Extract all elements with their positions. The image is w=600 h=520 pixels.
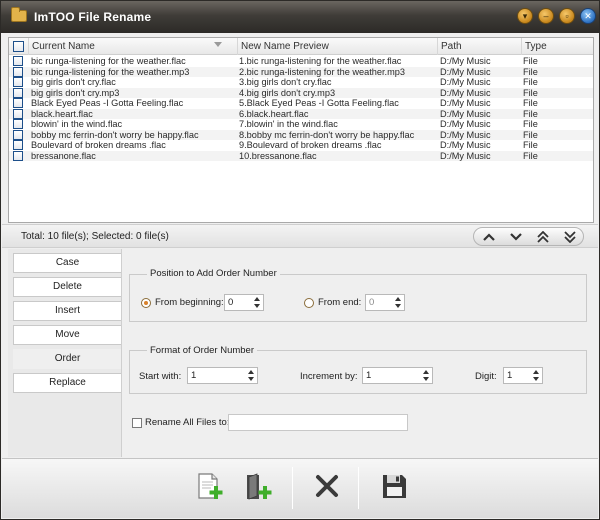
spinner-arrows-icon[interactable] (422, 369, 431, 382)
row-checkbox[interactable] (13, 108, 23, 119)
tab-replace[interactable]: Replace (13, 373, 121, 393)
from-end-label: From end: (318, 297, 362, 308)
column-header-current-name[interactable]: Current Name (28, 38, 237, 55)
from-beginning-value: 0 (228, 297, 234, 308)
rename-all-checkbox[interactable] (132, 418, 142, 428)
close-icon: ✕ (584, 11, 592, 21)
list-rows: bic runga-listening for the weather.flac… (9, 56, 593, 161)
add-file-icon (198, 473, 223, 499)
maximize-button[interactable]: ▫ (559, 8, 575, 24)
from-beginning-stepper[interactable]: 0 (224, 294, 264, 311)
from-beginning-label: From beginning: (155, 297, 224, 308)
tab-insert[interactable]: Insert (13, 301, 121, 321)
status-bar: Total: 10 file(s); Selected: 0 file(s) (2, 224, 598, 248)
reorder-buttons (473, 227, 584, 246)
move-top-button[interactable] (529, 228, 556, 245)
save-button[interactable] (377, 469, 411, 503)
start-with-stepper[interactable]: 1 (187, 367, 258, 384)
row-checkbox[interactable] (13, 140, 23, 150)
row-checkbox[interactable] (13, 129, 23, 140)
move-bottom-icon (563, 231, 576, 244)
row-checkbox[interactable] (13, 119, 23, 129)
column-header-path[interactable]: Path (437, 38, 521, 55)
collapse-button[interactable]: ▾ (517, 8, 533, 24)
row-checkbox[interactable] (13, 77, 23, 87)
start-with-value: 1 (191, 370, 197, 381)
start-with-label: Start with: (139, 371, 182, 382)
minimize-icon: – (543, 11, 549, 21)
column-header-type[interactable]: Type (521, 38, 593, 55)
from-end-radio[interactable] (304, 298, 314, 308)
position-legend: Position to Add Order Number (147, 268, 280, 279)
increment-value: 1 (366, 370, 372, 381)
list-header: Current Name New Name Preview Path Type (9, 38, 593, 55)
bottom-toolbar (2, 458, 598, 518)
type-cell: File (523, 150, 538, 161)
tab-case[interactable]: Case (13, 253, 121, 273)
move-top-icon (536, 230, 549, 243)
select-all-checkbox[interactable] (13, 41, 24, 52)
tab-move[interactable]: Move (13, 325, 121, 345)
from-end-value: 0 (369, 297, 375, 308)
app-window: ImTOO File Rename ▾ – ▫ ✕ Current Name N… (0, 0, 600, 520)
format-legend: Format of Order Number (147, 345, 257, 356)
from-end-stepper[interactable]: 0 (365, 294, 405, 311)
maximize-icon: ▫ (565, 11, 569, 21)
rename-mode-tabs: Case Delete Insert Move Order Replace (8, 249, 122, 457)
increment-stepper[interactable]: 1 (362, 367, 433, 384)
rename-all-label: Rename All Files to: (145, 417, 230, 428)
save-icon (383, 475, 406, 498)
add-file-button[interactable] (193, 469, 227, 503)
toolbar-separator (292, 467, 293, 509)
file-count-status: Total: 10 file(s); Selected: 0 file(s) (21, 231, 169, 242)
current-name-cell: bressanone.flac (31, 150, 96, 161)
row-checkbox[interactable] (13, 66, 23, 77)
sort-desc-icon (214, 42, 222, 47)
move-bottom-button[interactable] (556, 228, 583, 245)
spinner-arrows-icon[interactable] (394, 296, 403, 309)
rename-all-input[interactable] (228, 414, 408, 431)
increment-label: Increment by: (300, 371, 358, 382)
spinner-arrows-icon[interactable] (253, 296, 262, 309)
row-checkbox[interactable] (13, 98, 23, 108)
from-beginning-radio[interactable] (141, 298, 151, 308)
add-folder-button[interactable] (241, 469, 275, 503)
arrow-down-icon (509, 233, 522, 241)
folder-icon (11, 7, 27, 22)
spinner-arrows-icon[interactable] (247, 369, 256, 382)
minimize-button[interactable]: – (538, 8, 554, 24)
row-checkbox[interactable] (13, 56, 23, 66)
delete-icon (316, 475, 338, 497)
tab-delete[interactable]: Delete (13, 277, 121, 297)
new-name-preview-cell: 10.bressanone.flac (239, 150, 317, 161)
row-checkbox[interactable] (13, 87, 23, 98)
close-button[interactable]: ✕ (580, 8, 596, 24)
chevron-down-icon: ▾ (522, 11, 528, 21)
digit-label: Digit: (475, 371, 497, 382)
path-cell: D:/My Music (440, 150, 491, 161)
tab-order[interactable]: Order (13, 349, 121, 369)
title-bar[interactable]: ImTOO File Rename ▾ – ▫ ✕ (1, 1, 599, 33)
arrow-up-icon (482, 233, 495, 241)
column-header-new-name-preview[interactable]: New Name Preview (237, 38, 437, 55)
spinner-arrows-icon[interactable] (532, 369, 541, 382)
table-row[interactable]: bressanone.flac 10.bressanone.flac D:/My M… (9, 150, 593, 161)
row-checkbox[interactable] (13, 150, 23, 161)
toolbar-separator (358, 467, 359, 509)
add-folder-icon (247, 473, 272, 500)
move-up-button[interactable] (475, 228, 502, 245)
digit-stepper[interactable]: 1 (503, 367, 543, 384)
window-title: ImTOO File Rename (34, 10, 152, 24)
move-down-button[interactable] (502, 228, 529, 245)
file-list[interactable]: Current Name New Name Preview Path Type … (8, 37, 594, 223)
digit-value: 1 (507, 370, 513, 381)
order-panel: Position to Add Order Number From beginn… (122, 249, 593, 457)
remove-button[interactable] (310, 469, 344, 503)
